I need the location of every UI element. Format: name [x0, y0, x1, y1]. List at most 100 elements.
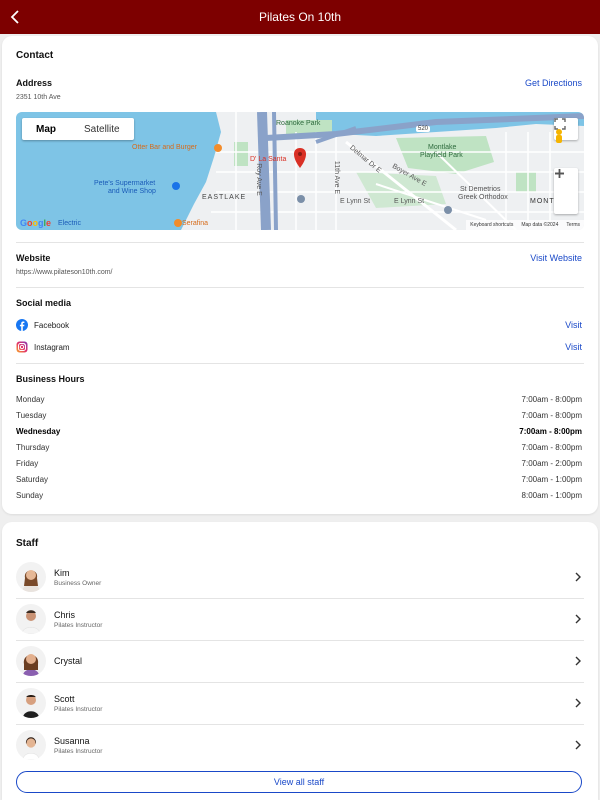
avatar	[16, 604, 46, 634]
visit-website-link[interactable]: Visit Website	[530, 253, 582, 263]
hours-row-tuesday: Tuesday 7:00am - 8:00pm	[16, 411, 582, 420]
staff-name: Kim	[54, 567, 70, 578]
pegman-button[interactable]	[554, 128, 578, 150]
hours-time: 7:00am - 8:00pm	[521, 411, 582, 420]
hours-day: Thursday	[16, 443, 50, 452]
chevron-right-icon	[575, 698, 581, 708]
page-title: Pilates On 10th	[258, 10, 342, 24]
map-label-st-demetrios-1: St Demetrios	[460, 186, 501, 193]
instagram-label: Instagram	[34, 342, 70, 352]
minus-icon	[555, 172, 564, 175]
facebook-visit-link[interactable]: Visit	[565, 320, 582, 330]
hours-time: 7:00am - 8:00pm	[521, 395, 582, 404]
staff-name: Crystal	[54, 656, 83, 666]
staff-role: Pilates Instructor	[54, 621, 103, 629]
back-button[interactable]	[4, 6, 26, 28]
chevron-right-icon	[575, 572, 581, 582]
staff-name: Scott	[54, 693, 75, 704]
map-label-montlake-1: Montlake	[428, 144, 457, 151]
hours-row-sunday: Sunday 8:00am - 1:00pm	[16, 491, 582, 500]
staff-role: Pilates Instructor	[54, 747, 103, 755]
map-data-text: Map data ©2024	[521, 222, 559, 228]
zoom-control	[554, 168, 578, 214]
chevron-right-icon	[575, 740, 581, 750]
staff-row-susanna[interactable]: Susanna Pilates Instructor	[16, 724, 584, 766]
staff-name: Susanna	[54, 735, 90, 746]
hours-row-monday: Monday 7:00am - 8:00pm	[16, 395, 582, 404]
hours-time: 7:00am - 8:00pm	[519, 427, 582, 436]
hours-day: Sunday	[16, 491, 44, 500]
contact-card: Contact Address 2351 10th Ave Get Direct…	[2, 36, 598, 514]
hours-time: 7:00am - 8:00pm	[521, 443, 582, 452]
map-type-satellite[interactable]: Satellite	[70, 118, 134, 140]
website-url: https://www.pilateson10th.com/	[16, 269, 113, 276]
social-row-instagram: Instagram	[16, 340, 582, 354]
map-label-11th: 11th Ave E	[333, 160, 341, 195]
address-value: 2351 10th Ave	[16, 94, 61, 101]
divider	[16, 242, 584, 243]
get-directions-link[interactable]: Get Directions	[525, 78, 582, 88]
staff-title: Staff	[16, 538, 39, 549]
map-type-toggle: Map Satellite	[22, 118, 134, 140]
map-label-petes-1: Pete's Supermarket	[94, 180, 156, 187]
map-label-electric: Electric	[58, 220, 81, 227]
hours-row-friday: Friday 7:00am - 2:00pm	[16, 459, 582, 468]
google-logo: Google	[20, 218, 52, 228]
website-label: Website	[16, 253, 51, 263]
hours-day: Tuesday	[16, 411, 47, 420]
staff-row-scott[interactable]: Scott Pilates Instructor	[16, 682, 584, 724]
contact-title: Contact	[16, 50, 54, 61]
instagram-visit-link[interactable]: Visit	[565, 342, 582, 352]
staff-row-kim[interactable]: Kim Business Owner	[16, 556, 584, 598]
staff-row-crystal[interactable]: Crystal	[16, 640, 584, 682]
top-bar: Pilates On 10th	[0, 0, 600, 34]
map-label-eastlake: EASTLAKE	[202, 194, 247, 201]
hours-row-saturday: Saturday 7:00am - 1:00pm	[16, 475, 582, 484]
map-label-montlake-2: Playfield Park	[420, 152, 463, 159]
keyboard-shortcuts-link[interactable]: Keyboard shortcuts	[470, 222, 513, 228]
chevron-right-icon	[575, 656, 581, 666]
map-label-petes-2: and Wine Shop	[108, 188, 156, 195]
facebook-label: Facebook	[34, 320, 70, 330]
avatar	[16, 730, 46, 760]
social-row-facebook: Facebook	[16, 318, 582, 332]
avatar	[16, 562, 46, 592]
map-footer: Keyboard shortcuts Map data ©2024 Terms	[466, 220, 584, 230]
hours-row-wednesday: Wednesday 7:00am - 8:00pm	[16, 427, 582, 436]
staff-card: Staff Kim Business Owner Chris Pilates I…	[2, 522, 598, 800]
map-type-map[interactable]: Map	[22, 118, 70, 140]
map-label-roy: Roy Ave E	[254, 163, 262, 196]
staff-row-chris[interactable]: Chris Pilates Instructor	[16, 598, 584, 640]
business-hours-label: Business Hours	[16, 374, 85, 384]
avatar	[16, 688, 46, 718]
view-all-staff-button[interactable]: View all staff	[16, 771, 582, 793]
map-label-520-shield: 520	[416, 126, 431, 132]
instagram-icon	[16, 341, 28, 353]
divider	[16, 363, 584, 364]
hours-day: Wednesday	[16, 427, 61, 436]
map-label-otter: Otter Bar and Burger	[132, 144, 197, 151]
chevron-right-icon	[575, 614, 581, 624]
address-label: Address	[16, 78, 53, 88]
hours-day: Saturday	[16, 475, 49, 484]
staff-role: Business Owner	[54, 579, 102, 587]
map-label-lynn-1: E Lynn St	[340, 198, 371, 205]
pegman-icon	[556, 129, 562, 143]
map-label-roanoke: Roanoke Park	[276, 120, 321, 127]
terms-link[interactable]: Terms	[566, 222, 580, 228]
hours-day: Friday	[16, 459, 39, 468]
divider	[16, 287, 584, 288]
hours-row-thursday: Thursday 7:00am - 8:00pm	[16, 443, 582, 452]
map-label-lynn-2: E Lynn St	[394, 198, 425, 205]
avatar	[16, 646, 46, 676]
social-media-label: Social media	[16, 298, 72, 308]
hours-time: 7:00am - 1:00pm	[521, 475, 582, 484]
map-label-dla-santa: D' La Santa	[250, 156, 287, 163]
staff-role: Pilates Instructor	[54, 705, 103, 713]
hours-time: 7:00am - 2:00pm	[521, 459, 582, 468]
hours-time: 8:00am - 1:00pm	[521, 491, 582, 500]
map-label-serafina: Serafina	[182, 220, 209, 227]
chevron-left-icon	[10, 10, 19, 24]
facebook-icon	[16, 319, 28, 331]
map-view[interactable]: Roanoke Park Otter Bar and Burger D' La …	[16, 112, 584, 230]
